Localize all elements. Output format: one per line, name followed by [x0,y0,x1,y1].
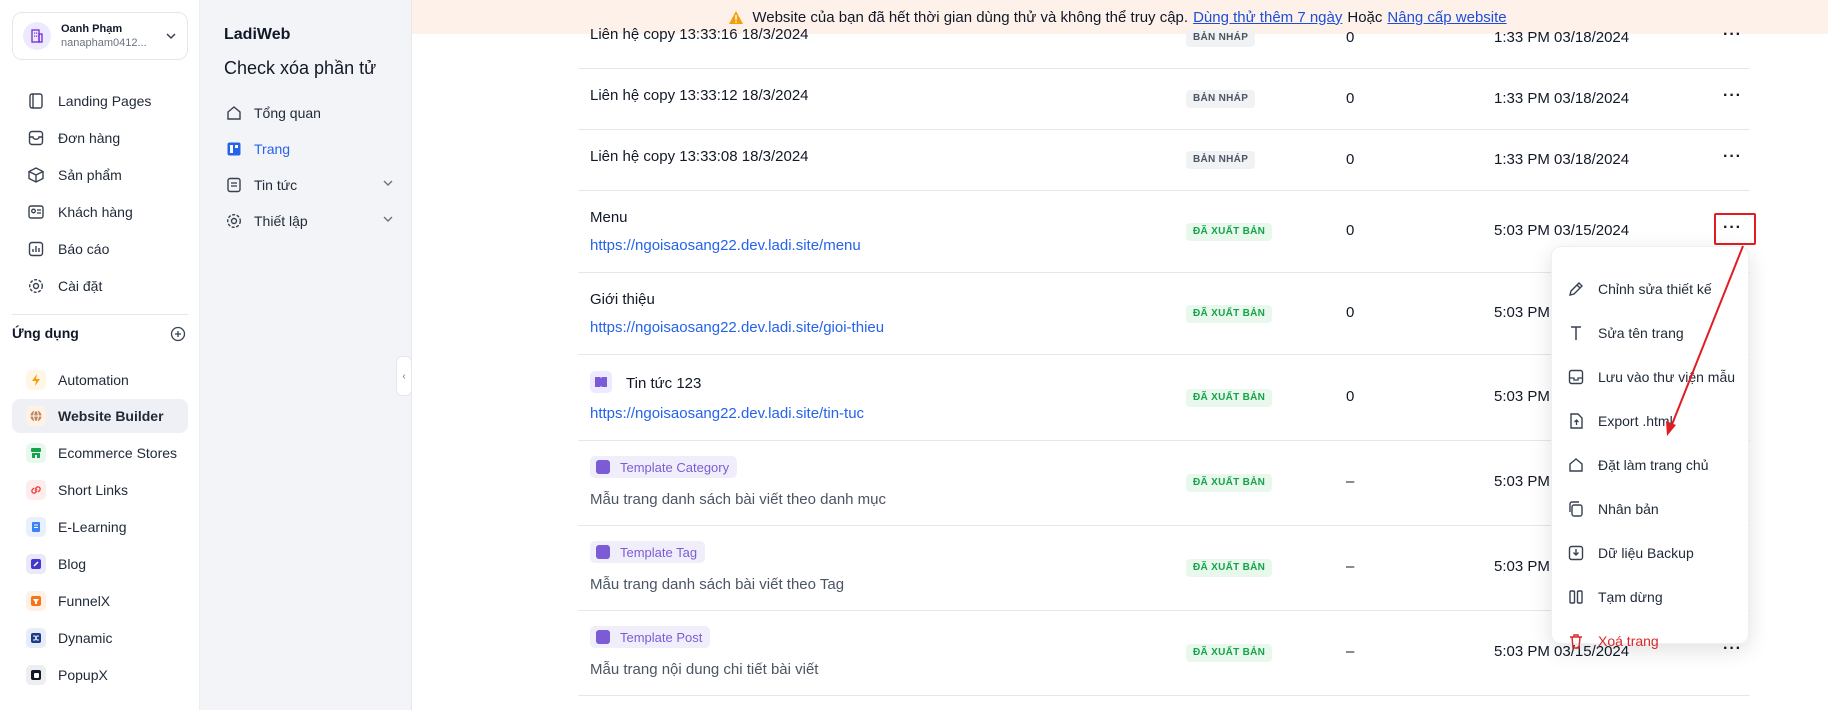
annotation-arrow [1666,245,1744,436]
